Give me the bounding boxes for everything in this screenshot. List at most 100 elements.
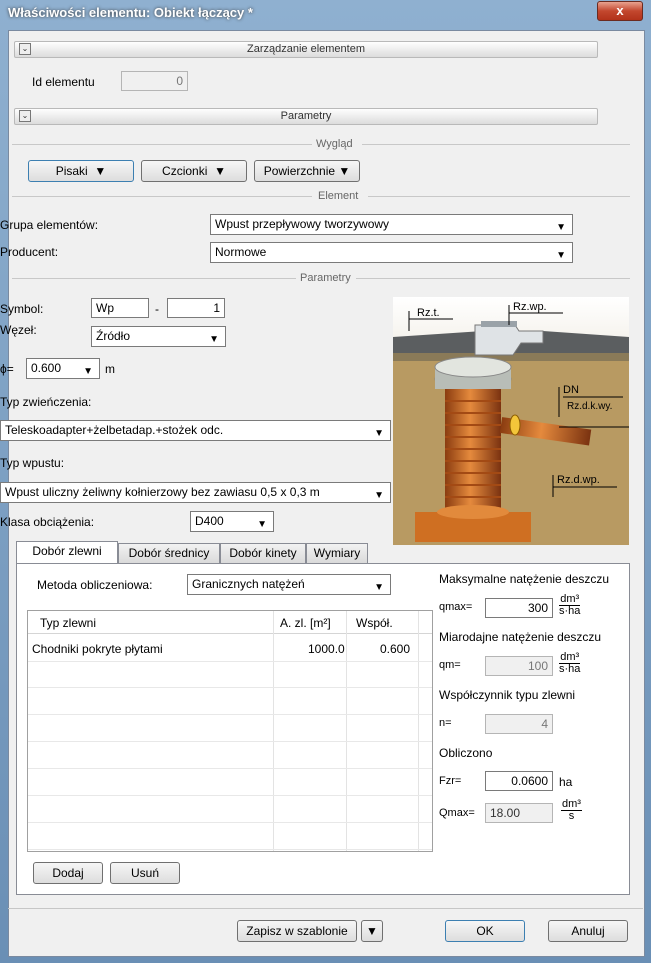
computed-label: Obliczono <box>439 746 493 760</box>
inlet-type-value: Wpust uliczny żeliwny kołnierzowy bez za… <box>5 485 320 499</box>
column-header-coef[interactable]: Współ. <box>356 616 393 630</box>
remove-button[interactable]: Usuń <box>110 862 180 884</box>
column-header-area[interactable]: A. zl. [m²] <box>280 616 331 630</box>
window-title: Właściwości elementu: Obiekt łączący * <box>8 5 253 20</box>
dropdown-arrow-icon: ▼ <box>338 164 351 178</box>
tab-catchment[interactable]: Dobór zlewni <box>16 541 118 564</box>
section-bar-management[interactable]: ⌄ Zarządzanie elementem <box>14 41 598 58</box>
node-label: Węzeł: <box>0 323 37 337</box>
Qmax-label: Qmax= <box>439 807 475 819</box>
symbol-label: Symbol: <box>0 302 44 316</box>
dropdown-arrow-icon: ▼ <box>374 582 384 593</box>
tab-panel-catchment: Metoda obliczeniowa: Granicznych natężeń… <box>16 563 630 895</box>
producer-value: Normowe <box>215 245 267 259</box>
dropdown-arrow-icon: ▼ <box>83 366 93 377</box>
footer-separator <box>8 908 643 909</box>
producer-label: Producent: <box>0 245 59 259</box>
symbol-number-input[interactable]: 1 <box>167 298 225 318</box>
top-type-label: Typ zwieńczenia: <box>0 395 92 409</box>
qm-label: qm= <box>439 659 461 671</box>
pens-label: Pisaki <box>55 164 88 178</box>
fzr-input[interactable]: 0.0600 <box>485 771 553 791</box>
ok-button[interactable]: OK <box>445 920 525 942</box>
element-group-value: Wpust przepływowy tworzywowy <box>215 217 390 231</box>
tab-channel[interactable]: Dobór kinety <box>220 543 306 563</box>
inlet-type-select[interactable]: Wpust uliczny żeliwny kołnierzowy bez za… <box>0 482 391 503</box>
symbol-separator: - <box>155 302 159 316</box>
element-group-select[interactable]: Wpust przepływowy tworzywowy ▼ <box>210 214 573 235</box>
rz-dkwy-label: Rz.d.k.wy. <box>567 401 612 412</box>
dropdown-arrow-icon: ▼ <box>366 924 378 938</box>
Qmax-unit: dm³ s <box>561 798 582 822</box>
tab-dimensions[interactable]: Wymiary <box>306 543 368 563</box>
qm-field: 100 <box>485 656 553 676</box>
qmax-unit: dm³ s·ha <box>559 593 581 617</box>
section-title-management: Zarządzanie elementem <box>246 43 365 55</box>
inlet-type-label: Typ wpustu: <box>0 456 65 470</box>
diameter-select[interactable]: 0.600 ▼ <box>26 358 100 379</box>
title-bar[interactable]: Właściwości elementu: Obiekt łączący * x <box>0 0 651 26</box>
n-label: n= <box>439 717 452 729</box>
fzr-label: Fzr= <box>439 775 462 787</box>
Qmax-field: 18.00 <box>485 803 553 823</box>
method-label: Metoda obliczeniowa: <box>37 578 153 592</box>
dn-label: DN <box>563 384 579 396</box>
tab-diameter[interactable]: Dobór średnicy <box>118 543 220 563</box>
catchment-coef-label: Współczynnik typu zlewni <box>439 688 576 702</box>
producer-select[interactable]: Normowe ▼ <box>210 242 573 263</box>
method-select[interactable]: Granicznych natężeń ▼ <box>187 574 391 595</box>
collapse-icon[interactable]: ⌄ <box>19 110 31 122</box>
rz-t-label: Rz.t. <box>417 307 440 319</box>
cell-coef: 0.600 <box>380 642 411 656</box>
dropdown-arrow-icon: ▼ <box>556 222 566 233</box>
dropdown-arrow-icon: ▼ <box>374 490 384 501</box>
top-type-select[interactable]: Teleskoadapter+żelbetadap.+stożek odc. ▼ <box>0 420 391 441</box>
node-select[interactable]: Źródło ▼ <box>91 326 226 347</box>
fzr-unit: ha <box>559 775 573 789</box>
save-template-button[interactable]: Zapisz w szablonie <box>237 920 357 942</box>
dropdown-arrow-icon: ▼ <box>257 519 267 530</box>
qmax-label: qmax= <box>439 601 473 613</box>
n-field: 4 <box>485 714 553 734</box>
symbol-input[interactable]: Wp <box>91 298 149 318</box>
element-group-label: Grupa elementów: <box>0 218 99 232</box>
qmax-input[interactable]: 300 <box>485 598 553 618</box>
cancel-button[interactable]: Anuluj <box>548 920 628 942</box>
dropdown-arrow-icon: ▼ <box>556 250 566 261</box>
diameter-unit: m <box>105 362 115 376</box>
group-header-element: Element <box>0 190 640 202</box>
diameter-value: 0.600 <box>31 361 62 375</box>
id-label: Id elementu <box>32 75 95 89</box>
section-bar-parameters[interactable]: ⌄ Parametry <box>14 108 598 125</box>
section-title-parameters: Parametry <box>280 110 332 122</box>
load-class-select[interactable]: D400 ▼ <box>190 511 274 532</box>
rz-wp-label: Rz.wp. <box>513 301 547 313</box>
method-value: Granicznych natężeń <box>192 577 305 591</box>
column-header-type[interactable]: Typ zlewni <box>40 616 96 630</box>
add-button[interactable]: Dodaj <box>33 862 103 884</box>
fonts-label: Czcionki <box>162 164 208 178</box>
surfaces-label: Powierzchnie <box>263 164 336 178</box>
load-class-label: Klasa obciążenia: <box>0 515 95 529</box>
dropdown-arrow-icon: ▼ <box>91 164 107 178</box>
diameter-label: ϕ= <box>0 362 14 376</box>
qm-unit: dm³ s·ha <box>559 651 581 675</box>
dropdown-arrow-icon: ▼ <box>209 334 219 345</box>
max-rain-label: Maksymalne natężenie deszczu <box>439 572 610 586</box>
table-header: Typ zlewni A. zl. [m²] Współ. <box>28 611 432 634</box>
node-value: Źródło <box>96 329 131 343</box>
pens-button[interactable]: Pisaki ▼ <box>28 160 134 182</box>
group-title-parameters: Parametry <box>300 272 351 284</box>
surfaces-button[interactable]: Powierzchnie ▼ <box>254 160 360 182</box>
group-header-appearance: Wygląd <box>0 138 640 150</box>
save-template-dropdown[interactable]: ▼ <box>361 920 383 942</box>
inlet-diagram-image: Rz.t. Rz.wp. DN Rz.d.k.wy. Rz.d.wp. <box>393 297 629 545</box>
catchment-table: Typ zlewni A. zl. [m²] Współ. Chodniki p… <box>27 610 433 852</box>
fonts-button[interactable]: Czcionki ▼ <box>141 160 247 182</box>
collapse-icon[interactable]: ⌄ <box>19 43 31 55</box>
cell-type: Chodniki pokryte płytami <box>32 642 163 656</box>
rz-dwp-label: Rz.d.wp. <box>557 474 600 486</box>
group-title-element: Element <box>318 190 359 202</box>
close-button[interactable]: x <box>597 1 643 21</box>
design-rain-label: Miarodajne natężenie deszczu <box>439 630 602 644</box>
